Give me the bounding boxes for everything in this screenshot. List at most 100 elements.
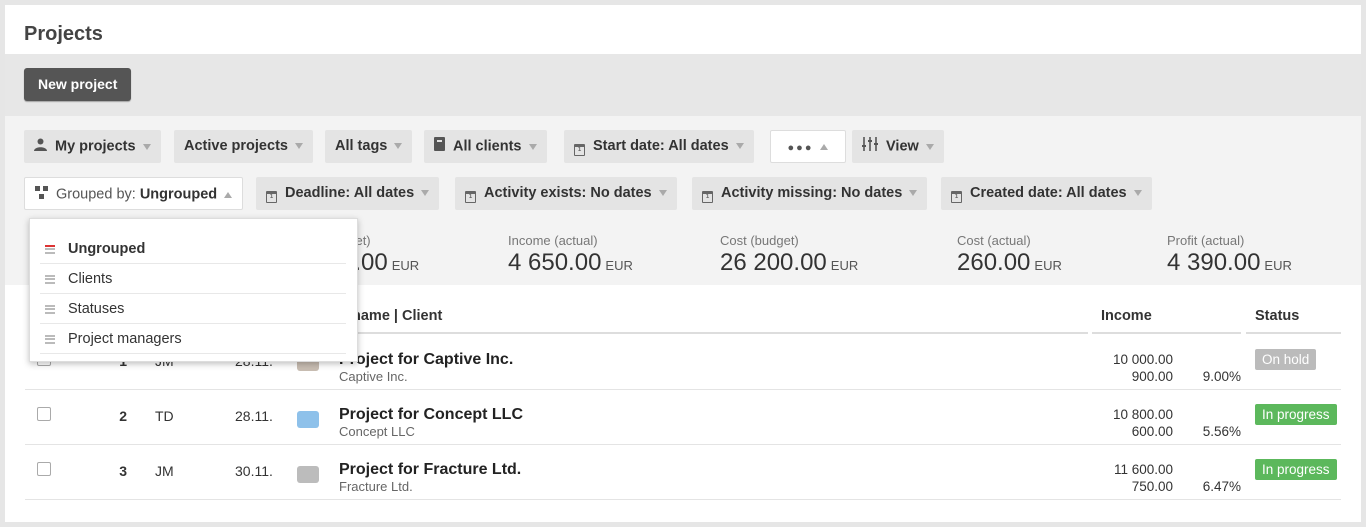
deadline-label: Deadline: All dates (285, 185, 415, 201)
stat-caption: Cost (actual) (957, 233, 1031, 248)
column-header-name[interactable]: name | Client (352, 308, 442, 324)
row-manager: TD (155, 408, 174, 424)
grouped-by-filter[interactable]: Grouped by: Ungrouped (24, 177, 244, 211)
my-projects-label: My projects (55, 138, 136, 155)
stat-profit-actual: Profit (actual) 4 390.00 EUR (1167, 233, 1292, 277)
status-badge[interactable]: In progress (1255, 459, 1337, 480)
stat-value: 260.00 (957, 249, 1031, 276)
project-name[interactable]: Project for Captive Inc. (339, 351, 513, 369)
row-divider (25, 499, 1341, 500)
chevron-down-icon (421, 190, 430, 197)
chevron-up-icon (820, 144, 829, 151)
group-option-project-managers[interactable]: Project managers (40, 324, 346, 354)
header-divider (331, 332, 1088, 334)
table-row[interactable]: 2 TD 28.11. Project for Concept LLC Conc… (25, 390, 1341, 445)
stat-caption: Cost (budget) (720, 233, 799, 248)
stat-cost-budget: Cost (budget) 26 200.00 EUR (720, 233, 858, 277)
filter-bar: My projects Active projects All tags All… (5, 116, 1361, 223)
grouped-by-prefix: Grouped by: (56, 186, 140, 203)
activity-missing-label: Activity missing: No dates (721, 185, 903, 201)
list-icon (45, 334, 55, 344)
start-date-label: Start date: All dates (593, 138, 729, 154)
income-value: 10 000.00 (1112, 352, 1173, 367)
deadline-filter[interactable]: 1 Deadline: All dates (256, 177, 440, 210)
cost-value: 900.00 (1131, 369, 1173, 384)
row-date: 28.11. (235, 408, 273, 424)
active-projects-label: Active projects (184, 138, 288, 154)
calendar-icon: 1 (951, 191, 962, 203)
view-options[interactable]: View (852, 130, 944, 163)
stat-currency: EUR (391, 258, 420, 273)
more-filters-toggle[interactable]: ●●● (770, 130, 846, 163)
stat-value: 4 650.00 (508, 249, 602, 276)
start-date-filter[interactable]: 1 Start date: All dates (564, 130, 754, 163)
all-tags-filter[interactable]: All tags (325, 130, 413, 163)
calendar-icon: 1 (266, 191, 277, 203)
percent-value: 9.00% (1202, 369, 1241, 384)
toolbar: New project (5, 54, 1361, 116)
stat-caption: Income (actual) (508, 233, 598, 248)
more-icon: ●●● (787, 142, 814, 154)
income-value: 11 600.00 (1113, 462, 1173, 477)
list-icon (45, 274, 55, 284)
user-icon (34, 130, 47, 163)
calendar-icon: 1 (465, 191, 476, 203)
project-name[interactable]: Project for Concept LLC (339, 406, 523, 424)
chevron-down-icon (925, 143, 934, 150)
activity-exists-filter[interactable]: 1 Activity exists: No dates (455, 177, 677, 210)
stat-currency: EUR (1264, 258, 1292, 273)
stat-currency: EUR (830, 258, 859, 273)
stat-value: 4 390.00 (1167, 249, 1261, 276)
group-option-clients[interactable]: Clients (40, 264, 346, 294)
project-client[interactable]: Fracture Ltd. (339, 479, 413, 494)
new-project-button[interactable]: New project (24, 68, 132, 101)
row-checkbox[interactable] (37, 407, 51, 421)
activity-missing-filter[interactable]: 1 Activity missing: No dates (692, 177, 928, 210)
row-number: 2 (119, 408, 127, 424)
column-header-income[interactable]: Income (1101, 308, 1152, 324)
chevron-down-icon (294, 143, 303, 150)
activity-exists-label: Activity exists: No dates (484, 185, 652, 201)
cost-value: 600.00 (1131, 424, 1173, 439)
group-option-statuses[interactable]: Statuses (40, 294, 346, 324)
project-name[interactable]: Project for Fracture Ltd. (339, 461, 521, 479)
briefcase-icon (297, 466, 319, 483)
project-client[interactable]: Concept LLC (339, 424, 415, 439)
column-header-status[interactable]: Status (1255, 308, 1299, 324)
group-icon (35, 178, 48, 211)
sliders-icon (862, 130, 878, 163)
percent-value: 6.47% (1202, 479, 1241, 494)
view-label: View (886, 138, 919, 155)
percent-value: 5.56% (1202, 424, 1241, 439)
status-badge[interactable]: In progress (1255, 404, 1337, 425)
all-tags-label: All tags (335, 138, 388, 154)
status-badge[interactable]: On hold (1255, 349, 1317, 370)
stat-value: 26 200.00 (720, 249, 827, 276)
chevron-down-icon (142, 143, 151, 150)
group-option-label: Clients (68, 271, 113, 287)
page-title: Projects (24, 23, 103, 45)
cost-value: 750.00 (1131, 479, 1173, 494)
created-date-filter[interactable]: 1 Created date: All dates (941, 177, 1152, 210)
stat-caption: Profit (actual) (1167, 233, 1245, 248)
projects-page: Projects New project My projects Active … (5, 5, 1361, 522)
row-checkbox[interactable] (37, 462, 51, 476)
created-date-label: Created date: All dates (970, 185, 1127, 201)
header-divider (1092, 332, 1241, 334)
grouped-by-value: Ungrouped (139, 186, 218, 203)
group-option-ungrouped[interactable]: Ungrouped (40, 234, 346, 264)
chevron-down-icon (394, 143, 403, 150)
active-projects-filter[interactable]: Active projects (174, 130, 313, 163)
row-manager: JM (155, 463, 174, 479)
all-clients-filter[interactable]: All clients (424, 130, 547, 163)
row-number: 3 (119, 463, 127, 479)
chevron-down-icon (528, 143, 537, 150)
group-option-label: Ungrouped (68, 241, 146, 257)
calendar-icon: 1 (702, 191, 713, 203)
table-row[interactable]: 3 JM 30.11. Project for Fracture Ltd. Fr… (25, 445, 1341, 500)
my-projects-filter[interactable]: My projects (24, 130, 161, 163)
list-icon (45, 304, 55, 314)
income-value: 10 800.00 (1112, 407, 1173, 422)
project-client[interactable]: Captive Inc. (339, 369, 408, 384)
group-by-menu: Ungrouped Clients Statuses Project manag… (29, 218, 358, 362)
